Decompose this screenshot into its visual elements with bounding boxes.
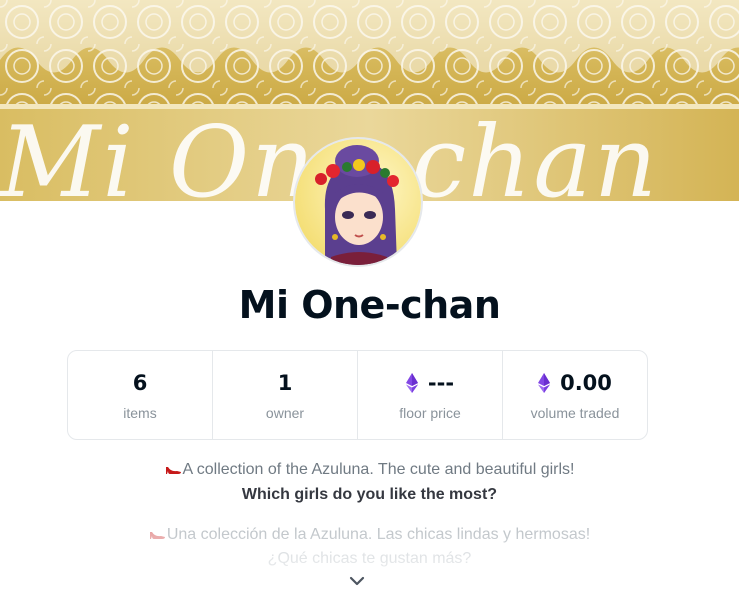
stat-label: floor price [399,405,461,421]
description-line-english: A collection of the Azuluna. The cute an… [0,461,739,479]
description-question-english: Which girls do you like the most? [241,486,498,503]
stat-volume-value: 0.00 [560,371,612,395]
stat-owners-value: 1 [277,371,293,395]
collection-stats: 6 items 1 owner --- floor price 0.00 vol… [67,350,648,440]
stat-label: volume traded [530,405,620,421]
high-heel-icon [149,532,165,539]
stat-value: 0.00 [538,369,612,397]
ethereum-icon [538,373,551,393]
description-text: A collection of the Azuluna. The cute an… [182,461,575,478]
stat-value: 1 [278,369,293,397]
stat-floor-price-value: --- [427,371,455,395]
stat-label: items [123,405,157,421]
collection-avatar [293,137,423,267]
stat-value: 6 [133,369,148,397]
description-text: Una colección de la Azuluna. Las chicas … [166,526,591,543]
stat-label: owner [265,405,305,421]
chevron-down-icon[interactable] [349,576,365,586]
ethereum-icon [405,373,418,393]
high-heel-icon [165,467,181,474]
stat-volume-traded[interactable]: 0.00 volume traded [502,351,647,439]
stat-value: --- [405,369,455,397]
collection-title: Mi One-chan [238,283,501,327]
description-question-spanish: ¿Qué chicas te gustan más? [267,550,472,567]
stat-items-value: 6 [132,371,148,395]
stat-floor-price[interactable]: --- floor price [357,351,502,439]
description-line-spanish: Una colección de la Azuluna. Las chicas … [0,526,739,544]
stat-owners[interactable]: 1 owner [212,351,357,439]
stat-items[interactable]: 6 items [68,351,212,439]
